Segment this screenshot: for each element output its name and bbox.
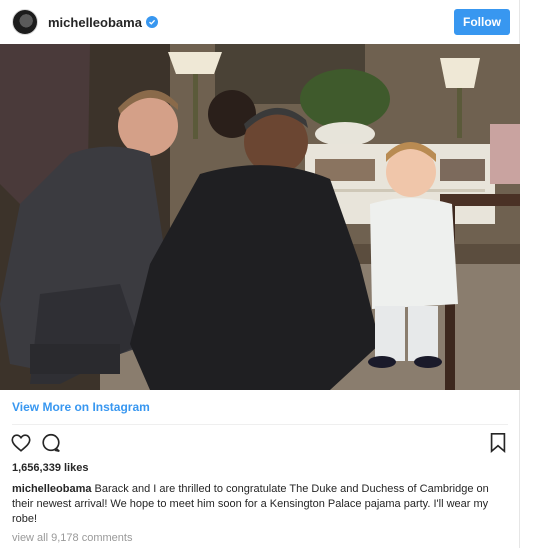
post-caption: michelleobama Barack and I are thrilled … — [12, 482, 508, 527]
divider — [12, 424, 508, 425]
instagram-embed-card: michelleobama Follow View More on Instag… — [0, 0, 520, 548]
caption-username[interactable]: michelleobama — [12, 483, 91, 495]
action-bar — [10, 432, 510, 456]
bookmark-icon[interactable] — [488, 432, 508, 459]
comment-icon[interactable] — [40, 432, 62, 459]
view-more-link[interactable]: View More on Instagram — [12, 400, 150, 414]
post-header: michelleobama Follow — [0, 0, 520, 44]
follow-button[interactable]: Follow — [454, 9, 510, 35]
username-link[interactable]: michelleobama — [48, 15, 142, 30]
likes-count: 1,656,339 likes — [12, 462, 89, 474]
post-photo[interactable] — [0, 44, 520, 390]
heart-icon[interactable] — [10, 432, 32, 459]
verified-badge-icon — [145, 16, 158, 28]
view-all-comments-link[interactable]: view all 9,178 comments — [12, 532, 132, 544]
profile-avatar[interactable] — [12, 9, 38, 35]
